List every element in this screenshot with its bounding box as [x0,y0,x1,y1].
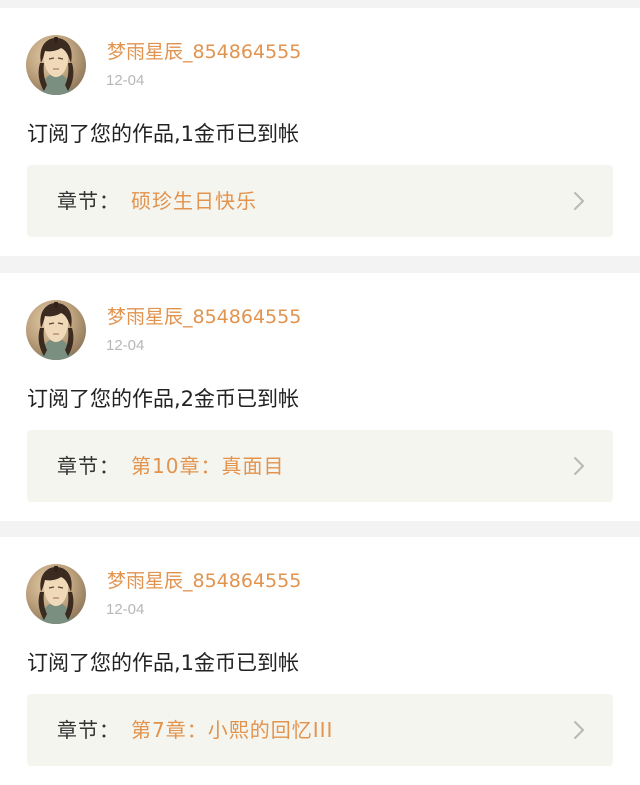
chapter-link[interactable]: 章节： 第7章：小熙的回忆III [27,694,613,766]
chevron-right-icon [573,454,585,478]
username[interactable]: 梦雨星辰_854864555 [107,305,301,329]
notification-message: 订阅了您的作品,1金币已到帐 [27,651,300,675]
notification-date: 12-04 [106,72,145,89]
chapter-title: 第10章：真面目 [131,454,285,478]
warrior-portrait-icon [38,566,74,624]
chapter-label: 章节： [57,454,120,478]
notification-feed: 梦雨星辰_854864555 12-04 订阅了您的作品,1金币已到帐 章节： … [0,0,640,785]
notification-card: 梦雨星辰_854864555 12-04 订阅了您的作品,2金币已到帐 章节： … [0,273,640,521]
notification-date: 12-04 [106,601,145,618]
chapter-label: 章节： [57,718,120,742]
username[interactable]: 梦雨星辰_854864555 [107,40,301,64]
chapter-link[interactable]: 章节： 硕珍生日快乐 [27,165,613,237]
notification-card: 梦雨星辰_854864555 12-04 订阅了您的作品,1金币已到帐 章节： … [0,537,640,785]
user-avatar[interactable] [26,564,86,624]
user-avatar[interactable] [26,300,86,360]
chevron-right-icon [573,189,585,213]
chapter-label: 章节： [57,189,120,213]
notification-message: 订阅了您的作品,2金币已到帐 [27,387,300,411]
chapter-title: 硕珍生日快乐 [131,189,257,213]
warrior-portrait-icon [38,37,74,95]
user-avatar[interactable] [26,35,86,95]
chapter-link[interactable]: 章节： 第10章：真面目 [27,430,613,502]
warrior-portrait-icon [38,302,74,360]
chapter-title: 第7章：小熙的回忆III [131,718,334,742]
notification-date: 12-04 [106,337,145,354]
chevron-right-icon [573,718,585,742]
notification-message: 订阅了您的作品,1金币已到帐 [27,122,300,146]
notification-card: 梦雨星辰_854864555 12-04 订阅了您的作品,1金币已到帐 章节： … [0,8,640,256]
username[interactable]: 梦雨星辰_854864555 [107,569,301,593]
